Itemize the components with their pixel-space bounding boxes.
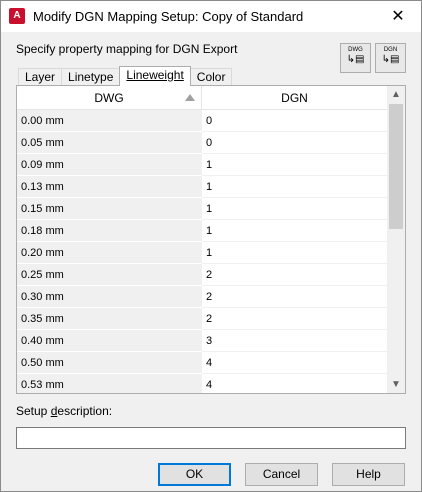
- dwg-cell: 0.35 mm: [17, 308, 202, 330]
- dwg-cell: 0.50 mm: [17, 352, 202, 374]
- table-row[interactable]: 0.50 mm 4: [17, 352, 387, 374]
- dgn-cell[interactable]: 1: [202, 176, 387, 198]
- setup-description-input[interactable]: [16, 427, 406, 449]
- dwg-to-dgn-icon: ↳▤: [346, 54, 365, 65]
- dwg-mapping-button[interactable]: DWG ↳▤: [340, 43, 371, 73]
- property-tabs: Layer Linetype Lineweight Color: [18, 66, 233, 86]
- dgn-cell[interactable]: 0: [202, 132, 387, 154]
- dwg-label: DWG: [348, 47, 363, 53]
- scroll-up-arrow-icon[interactable]: ▲: [387, 86, 405, 103]
- dwg-cell: 0.25 mm: [17, 264, 202, 286]
- table-row[interactable]: 0.15 mm 1: [17, 198, 387, 220]
- dwg-cell: 0.05 mm: [17, 132, 202, 154]
- dwg-cell: 0.53 mm: [17, 374, 202, 393]
- close-icon: ✕: [391, 8, 405, 25]
- dgn-cell[interactable]: 2: [202, 308, 387, 330]
- dwg-cell: 0.15 mm: [17, 198, 202, 220]
- table-row[interactable]: 0.00 mm 0: [17, 110, 387, 132]
- column-header-dgn-label: DGN: [281, 91, 308, 105]
- dgn-label: DGN: [383, 47, 398, 53]
- dgn-cell[interactable]: 1: [202, 198, 387, 220]
- table-row[interactable]: 0.25 mm 2: [17, 264, 387, 286]
- dgn-to-dwg-icon: ↳▤: [381, 54, 400, 65]
- setup-description-label: Setup description:: [16, 404, 113, 418]
- dgn-cell[interactable]: 4: [202, 374, 387, 393]
- dwg-cell: 0.18 mm: [17, 220, 202, 242]
- tab-lineweight[interactable]: Lineweight: [119, 66, 191, 86]
- dialog-window: A Modify DGN Mapping Setup: Copy of Stan…: [0, 0, 422, 492]
- help-button[interactable]: Help: [332, 463, 405, 486]
- table-header: DWG DGN: [17, 86, 387, 110]
- ok-button[interactable]: OK: [158, 463, 231, 486]
- scroll-thumb[interactable]: [389, 104, 403, 229]
- tab-layer[interactable]: Layer: [18, 68, 63, 86]
- table-row[interactable]: 0.13 mm 1: [17, 176, 387, 198]
- cancel-button[interactable]: Cancel: [245, 463, 318, 486]
- table-body: 0.00 mm 0 0.05 mm 0 0.09 mm 1 0.13 mm 1 0.15…: [17, 110, 387, 393]
- column-header-dwg-label: DWG: [94, 91, 124, 105]
- column-header-dwg[interactable]: DWG: [17, 86, 202, 110]
- window-title: Modify DGN Mapping Setup: Copy of Standa…: [33, 9, 304, 24]
- column-header-dgn[interactable]: DGN: [202, 86, 387, 110]
- table-row[interactable]: 0.30 mm 2: [17, 286, 387, 308]
- dgn-cell[interactable]: 2: [202, 286, 387, 308]
- table-row[interactable]: 0.18 mm 1: [17, 220, 387, 242]
- dgn-cell[interactable]: 1: [202, 220, 387, 242]
- autocad-app-icon: A: [9, 8, 25, 24]
- dgn-cell[interactable]: 1: [202, 242, 387, 264]
- dwg-cell: 0.00 mm: [17, 110, 202, 132]
- tab-linetype[interactable]: Linetype: [61, 68, 121, 86]
- table-row[interactable]: 0.53 mm 4: [17, 374, 387, 393]
- tab-color[interactable]: Color: [189, 68, 233, 86]
- mapping-prompt: Specify property mapping for DGN Export: [16, 42, 238, 56]
- title-bar[interactable]: A Modify DGN Mapping Setup: Copy of Stan…: [1, 1, 421, 32]
- dgn-cell[interactable]: 2: [202, 264, 387, 286]
- dgn-cell[interactable]: 4: [202, 352, 387, 374]
- sort-ascending-icon: [185, 94, 195, 101]
- vertical-scrollbar[interactable]: ▲ ▼: [387, 86, 405, 393]
- close-button[interactable]: ✕: [375, 1, 421, 32]
- scroll-down-arrow-icon[interactable]: ▼: [387, 376, 405, 393]
- mapping-table: DWG DGN 0.00 mm 0 0.05 mm 0 0.09 mm 1 0.13 …: [16, 85, 406, 394]
- dwg-cell: 0.30 mm: [17, 286, 202, 308]
- dgn-cell[interactable]: 3: [202, 330, 387, 352]
- dgn-cell[interactable]: 1: [202, 154, 387, 176]
- dwg-cell: 0.09 mm: [17, 154, 202, 176]
- table-row[interactable]: 0.09 mm 1: [17, 154, 387, 176]
- dgn-mapping-button[interactable]: DGN ↳▤: [375, 43, 406, 73]
- dwg-cell: 0.20 mm: [17, 242, 202, 264]
- dwg-cell: 0.40 mm: [17, 330, 202, 352]
- table-row[interactable]: 0.20 mm 1: [17, 242, 387, 264]
- table-row[interactable]: 0.40 mm 3: [17, 330, 387, 352]
- dgn-cell[interactable]: 0: [202, 110, 387, 132]
- table-row[interactable]: 0.35 mm 2: [17, 308, 387, 330]
- table-row[interactable]: 0.05 mm 0: [17, 132, 387, 154]
- dwg-cell: 0.13 mm: [17, 176, 202, 198]
